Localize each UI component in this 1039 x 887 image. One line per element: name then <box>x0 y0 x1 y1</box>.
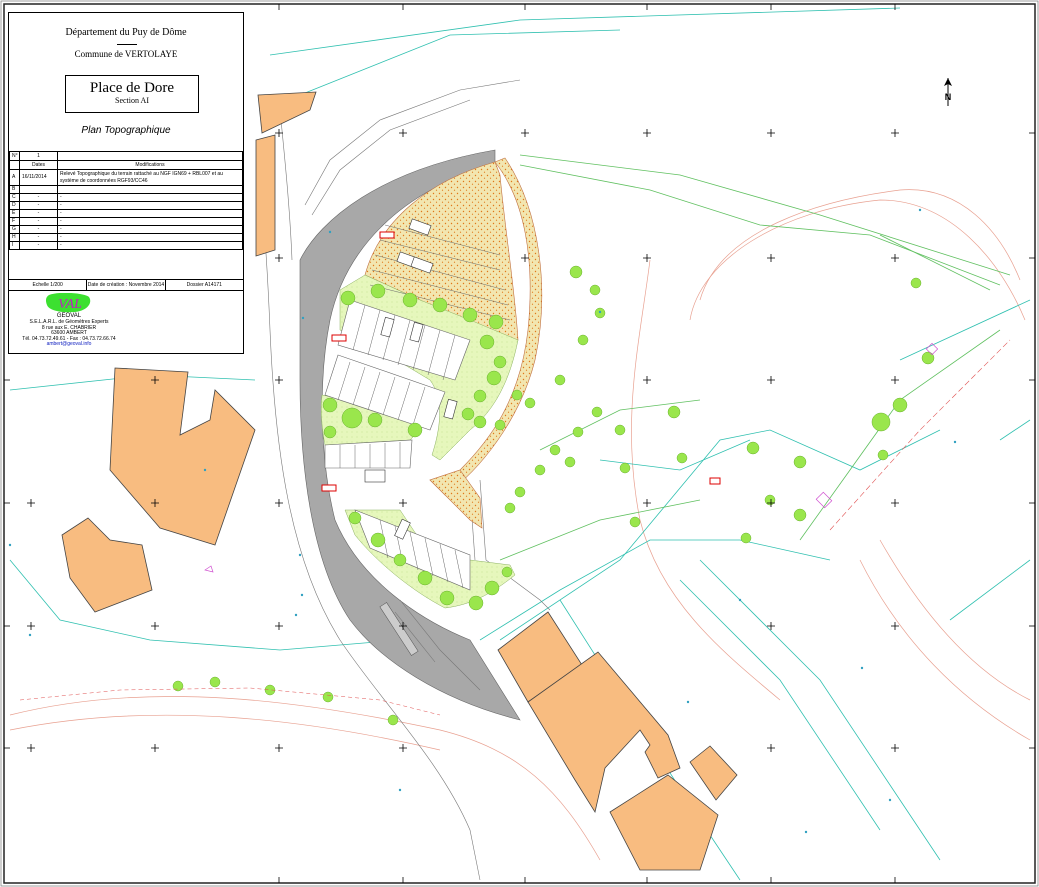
building-se-4 <box>689 745 738 801</box>
row-letter: A <box>9 169 20 186</box>
north-arrow: N <box>938 76 958 108</box>
header-dates: Dates <box>19 160 58 170</box>
boundary-dashed <box>829 339 1011 531</box>
row-letter: H <box>9 233 20 242</box>
row-text: - <box>57 241 243 250</box>
numero-row: N° 1 <box>9 151 243 161</box>
divider <box>117 44 137 45</box>
building-w-small <box>61 517 153 613</box>
row-letter: C <box>9 193 20 202</box>
header-index <box>9 160 20 170</box>
row-text <box>57 185 243 194</box>
row-date: - <box>19 225 58 234</box>
row-letter: F <box>9 217 20 226</box>
north-label: N <box>945 92 952 102</box>
row-letter: I <box>9 241 20 250</box>
gravel-strip-south <box>429 469 483 529</box>
logo-text: VAL <box>58 297 82 312</box>
date-creation: Date de création : Novembre 2014 <box>87 280 166 290</box>
table-header: Dates Modifications <box>9 160 243 170</box>
row-date: - <box>19 241 58 250</box>
numero-value: 1 <box>19 151 58 161</box>
building-se-3 <box>609 774 719 871</box>
row-date: - <box>19 209 58 218</box>
north-arrow-icon: N <box>944 78 952 106</box>
table-row: F - - <box>9 217 243 226</box>
row-letter: D <box>9 201 20 210</box>
row-date: 16/11/2014 <box>19 169 58 186</box>
row-letter: B <box>9 185 20 194</box>
building-nw <box>257 91 317 134</box>
numero-empty <box>57 151 243 161</box>
departement: Département du Puy de Dôme <box>65 27 187 38</box>
row-date: - <box>19 201 58 210</box>
row-text: - <box>57 193 243 202</box>
row-text: - <box>57 201 243 210</box>
table-row: C - - <box>9 193 243 202</box>
row-text: Relevé Topographique du terrain rattaché… <box>57 169 243 186</box>
title-box: Place de Dore Section AI <box>65 75 199 113</box>
title-block-footer: Echelle 1/200 Date de création : Novembr… <box>9 279 243 291</box>
dossier: Dossier A14171 <box>186 282 222 288</box>
plan-type: Plan Topographique <box>81 125 171 136</box>
row-letter: E <box>9 209 20 218</box>
row-date <box>19 185 58 194</box>
table-row: E - - <box>9 209 243 218</box>
row-text: - <box>57 209 243 218</box>
table-row: B <box>9 185 243 194</box>
plan-title: Place de Dore <box>89 80 175 96</box>
row-letter: G <box>9 225 20 234</box>
table-row: G - - <box>9 225 243 234</box>
geoval-logo: VAL <box>45 293 91 313</box>
firm-info: GEOVAL S.E.L.A.R.L. de Géomètres Experts… <box>9 313 129 348</box>
row-date: - <box>19 233 58 242</box>
header-modifications: Modifications <box>57 160 243 170</box>
building-nw-strip <box>255 134 276 257</box>
title-block: Département du Puy de Dôme Commune de VE… <box>8 12 244 354</box>
echelle: Echelle 1/200 <box>9 280 88 290</box>
table-row: D - - <box>9 201 243 210</box>
numero-label: N° <box>9 151 20 161</box>
building-w-large <box>109 367 256 546</box>
row-date: - <box>19 193 58 202</box>
modifications-table: N° 1 Dates Modifications A 16/11/2014 Re… <box>9 151 243 250</box>
table-row: A 16/11/2014 Relevé Topographique du ter… <box>9 169 243 186</box>
row-date: - <box>19 217 58 226</box>
table-row: H - - <box>9 233 243 242</box>
table-row: I - - <box>9 241 243 250</box>
commune: Commune de VERTOLAYE <box>74 49 178 59</box>
row-text: - <box>57 225 243 234</box>
firm-email: ambert@geoval.info <box>46 341 92 347</box>
row-text: - <box>57 217 243 226</box>
row-text: - <box>57 233 243 242</box>
section: Section AI <box>115 96 149 105</box>
